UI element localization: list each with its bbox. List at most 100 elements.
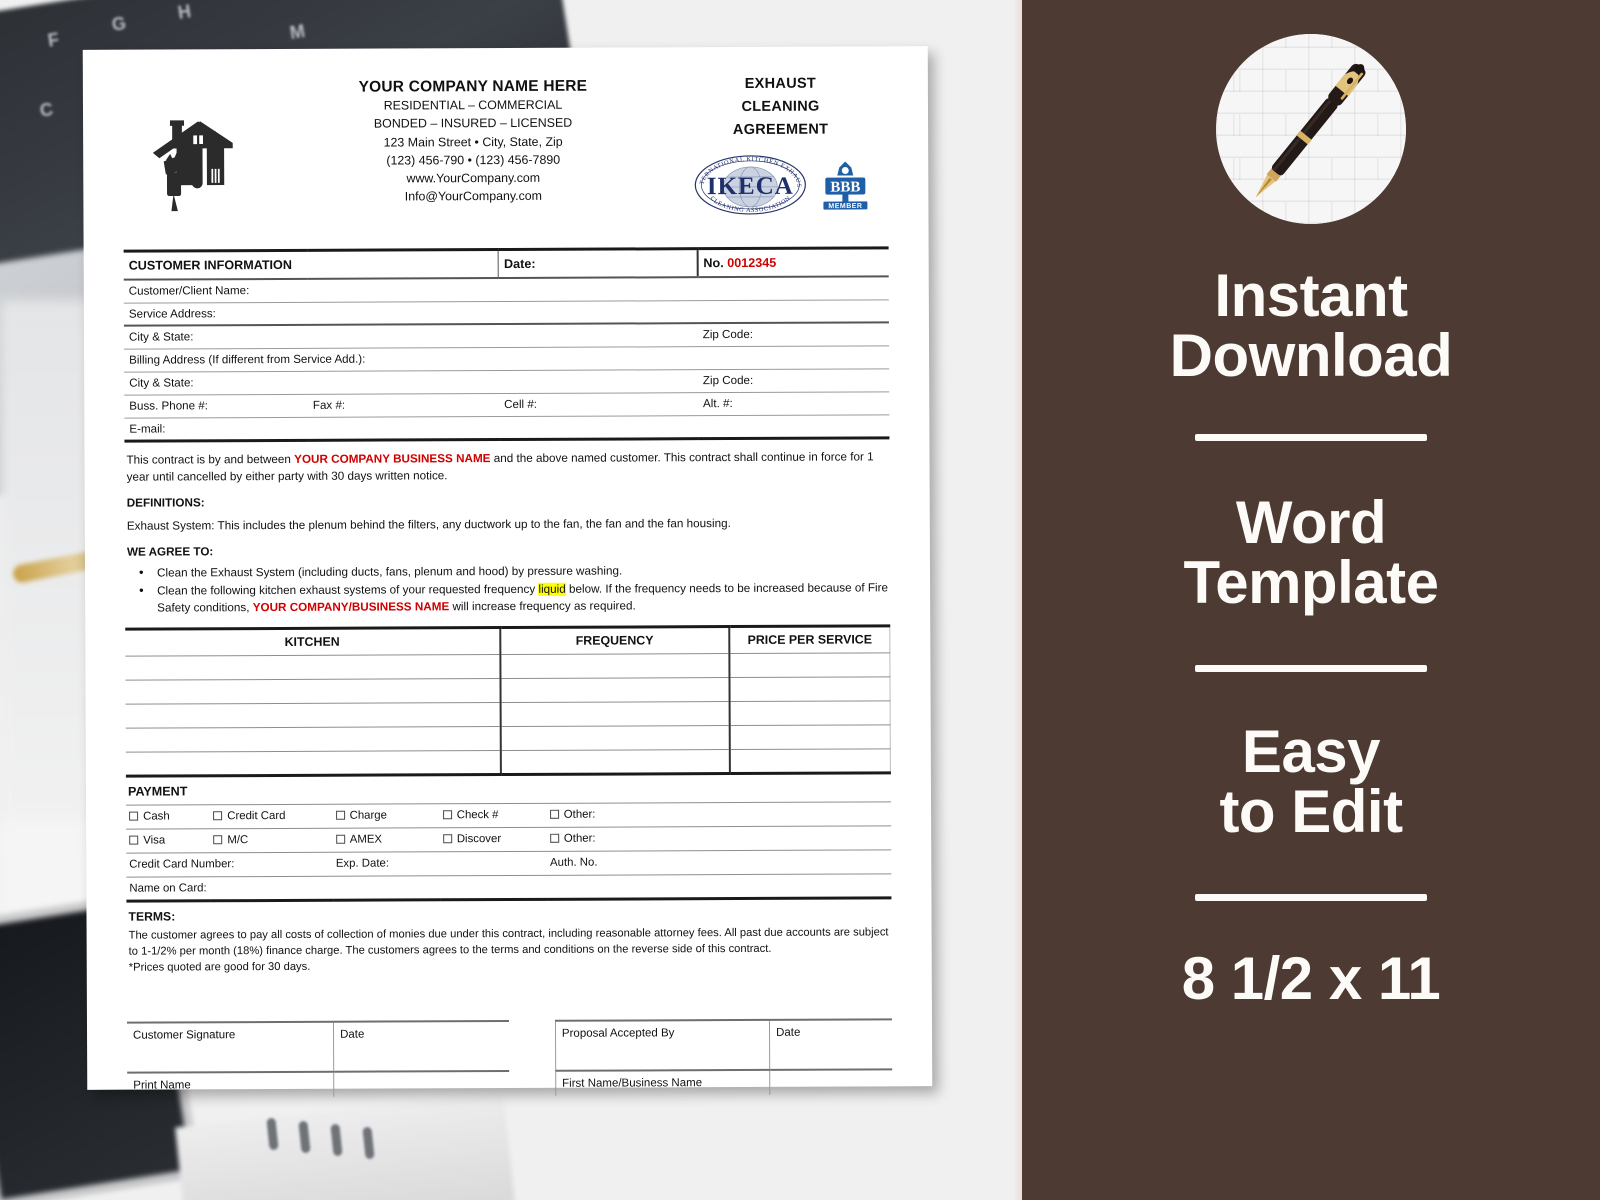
customer-name-label[interactable]: Customer/Client Name: (123, 276, 889, 303)
date-field-label[interactable]: Date: (498, 248, 698, 279)
service-address-label[interactable]: Service Address: (123, 299, 889, 326)
cell-kitchen[interactable] (125, 702, 501, 728)
signature-blank-cell[interactable] (555, 1044, 770, 1071)
document-title-block: EXHAUST CLEANING AGREEMENT IKECA INTERNA… (673, 66, 889, 216)
credit-card-number-label[interactable]: Credit Card Number: (126, 852, 333, 877)
signature-blank-cell[interactable] (127, 1046, 334, 1072)
customer-signature-label[interactable]: Customer Signature (126, 1021, 334, 1048)
checkbox-icon[interactable] (213, 811, 223, 821)
checkbox-discover[interactable]: Discover (439, 827, 547, 852)
cell-price[interactable] (729, 724, 891, 750)
document-header: YOUR COMPANY NAME HERE RESIDENTIAL – COM… (123, 46, 889, 249)
billing-address-label[interactable]: Billing Address (If different from Servi… (124, 345, 890, 372)
checkbox-icon[interactable] (213, 835, 223, 845)
checkbox-charge[interactable]: Charge (332, 803, 440, 829)
cell-kitchen[interactable] (125, 678, 501, 704)
checkbox-visa-label: Visa (143, 834, 166, 847)
terms-heading: TERMS: (128, 909, 176, 924)
cell-price[interactable] (729, 652, 890, 678)
service-pricing-table: KITCHEN FREQUENCY PRICE PER SERVICE (125, 624, 891, 777)
customer-information-header-row: CUSTOMER INFORMATION Date: No. 0012345 (123, 247, 889, 280)
cell-kitchen[interactable] (125, 726, 501, 752)
first-name-business-blank[interactable] (769, 1068, 893, 1095)
checkbox-mc[interactable]: M/C (210, 828, 333, 853)
name-on-card-label[interactable]: Name on Card: (126, 873, 892, 901)
checkbox-icon[interactable] (129, 811, 139, 821)
city-state-row-2[interactable]: City & State: Zip Code: (124, 368, 890, 395)
bullet-2-a: Clean the following kitchen exhaust syst… (157, 582, 539, 598)
checkbox-charge-label: Charge (349, 809, 387, 822)
company-contact-block: YOUR COMPANY NAME HERE RESIDENTIAL – COM… (273, 67, 674, 207)
cell-kitchen[interactable] (125, 654, 501, 680)
company-website: www.YourCompany.com (406, 171, 541, 186)
cell-frequency[interactable] (500, 677, 730, 703)
email-row[interactable]: E-mail: (124, 414, 890, 441)
ikeca-logo-icon: IKECA INTERNATIONAL KITCHEN EXHAUST CLEA… (690, 149, 807, 216)
city-state-row-1[interactable]: City & State: Zip Code: (123, 322, 890, 349)
alt-phone-label[interactable]: Alt. #: (697, 391, 890, 416)
cell-price[interactable] (729, 748, 891, 774)
bbb-member-label: MEMBER (828, 203, 862, 210)
checkbox-icon[interactable] (335, 810, 345, 821)
agreement-bullet-list: Clean the Exhaust System (including duct… (127, 561, 888, 618)
promo-divider-3 (1195, 894, 1427, 901)
cell-price[interactable] (729, 700, 891, 726)
customer-information-title: CUSTOMER INFORMATION (123, 249, 499, 280)
company-address: 123 Main Street • City, State, Zip (383, 134, 563, 150)
customer-name-row[interactable]: Customer/Client Name: (123, 276, 889, 303)
certification-logos: IKECA INTERNATIONAL KITCHEN EXHAUST CLEA… (673, 149, 888, 216)
checkbox-credit-card[interactable]: Credit Card (210, 804, 333, 829)
table-row[interactable] (125, 700, 891, 728)
table-row[interactable] (125, 652, 890, 680)
checkbox-icon[interactable] (442, 810, 452, 820)
print-name-label[interactable]: Print Name (127, 1071, 334, 1098)
contract-body: This contract is by and between YOUR COM… (124, 439, 890, 618)
checkbox-icon[interactable] (335, 834, 345, 845)
proposal-accepted-by-label[interactable]: Proposal Accepted By (555, 1019, 770, 1046)
table-row[interactable] (125, 748, 891, 776)
checkbox-check[interactable]: Check # (439, 803, 547, 828)
cell-frequency[interactable] (500, 725, 730, 751)
checkbox-icon[interactable] (442, 834, 452, 844)
checkbox-icon[interactable] (129, 835, 139, 845)
checkbox-icon[interactable] (549, 834, 559, 844)
contract-intro-paragraph: This contract is by and between YOUR COM… (126, 448, 887, 486)
table-row[interactable] (125, 724, 891, 752)
bullet-2-c: will increase frequency as required. (449, 599, 636, 614)
checkbox-visa[interactable]: Visa (126, 828, 211, 853)
billing-address-row[interactable]: Billing Address (If different from Servi… (124, 345, 890, 372)
zip-code-label-2[interactable]: Zip Code: (697, 368, 890, 393)
contract-intro-company: YOUR COMPANY BUSINESS NAME (294, 451, 491, 466)
cell-kitchen[interactable] (125, 750, 501, 776)
signature-blank-cell[interactable] (333, 1045, 510, 1072)
cell-frequency[interactable] (499, 653, 730, 679)
signature-date-label-left[interactable]: Date (333, 1020, 510, 1047)
business-phone-label[interactable]: Buss. Phone #: (124, 393, 308, 418)
bbb-acronym: BBB (830, 179, 860, 195)
service-address-row[interactable]: Service Address: (123, 299, 889, 326)
auth-no-label[interactable]: Auth. No. (546, 849, 892, 876)
checkbox-other-1[interactable]: Other: (546, 801, 892, 828)
cell-label[interactable]: Cell #: (499, 392, 699, 417)
checkbox-icon[interactable] (549, 810, 559, 820)
cell-price[interactable] (729, 676, 891, 702)
zip-code-label-1[interactable]: Zip Code: (697, 322, 890, 347)
cell-frequency[interactable] (500, 749, 730, 775)
exp-date-label[interactable]: Exp. Date: (332, 851, 548, 877)
table-row[interactable] (125, 676, 891, 704)
cell-frequency[interactable] (500, 701, 730, 727)
first-name-business-name-label[interactable]: First Name/Business Name (555, 1069, 770, 1096)
checkbox-cash[interactable]: Cash (126, 804, 211, 829)
print-name-blank[interactable] (333, 1070, 510, 1097)
city-state-label-2[interactable]: City & State: (124, 369, 698, 395)
phone-row[interactable]: Buss. Phone #: Fax #: Cell #: Alt. #: (124, 391, 890, 418)
contract-document-page: YOUR COMPANY NAME HERE RESIDENTIAL – COM… (82, 46, 933, 1098)
fountain-pen-badge (1216, 34, 1406, 224)
signature-blank-cell[interactable] (769, 1043, 893, 1070)
signature-date-label-right[interactable]: Date (769, 1018, 893, 1045)
fax-label[interactable]: Fax #: (307, 393, 500, 417)
checkbox-amex[interactable]: AMEX (332, 827, 440, 853)
checkbox-other-2[interactable]: Other: (546, 825, 892, 852)
city-state-label-1[interactable]: City & State: (123, 323, 698, 349)
email-label[interactable]: E-mail: (124, 414, 890, 441)
